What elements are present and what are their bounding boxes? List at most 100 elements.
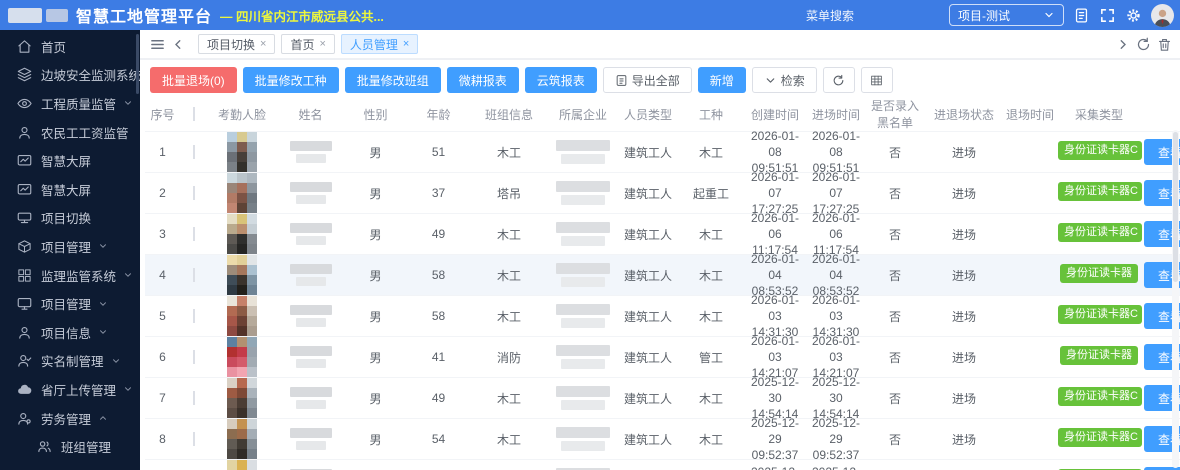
sidebar-item-label: 边坡安全监测系统	[41, 65, 140, 84]
blacklist-cell: 否	[866, 144, 924, 161]
column-header-photo: 考勤人脸	[207, 106, 277, 123]
face-photo	[227, 419, 257, 459]
chevron-down-icon	[98, 327, 108, 337]
sidebar-item-box-7[interactable]: 项目管理	[0, 232, 140, 261]
gender-cell: 男	[344, 267, 407, 284]
toolbar-button-7[interactable]: 检索	[752, 67, 817, 93]
main-area: 项目切换× 首页× 人员管理× 批量退场(0) 批量修改工种批量修改班组微耕报表云筑报…	[140, 30, 1180, 470]
table-row: 2男37塔吊建筑工人起重工2026-01-0717:27:252026-01-0…	[145, 172, 1180, 213]
face-photo	[227, 337, 257, 377]
tabs-scroll-right-icon[interactable]	[1115, 37, 1130, 52]
tab-2[interactable]: 首页×	[281, 34, 334, 54]
toolbar-button-6[interactable]: 新增	[698, 67, 746, 93]
name-redacted	[279, 182, 342, 204]
fullscreen-icon[interactable]	[1099, 7, 1116, 24]
row-checkbox[interactable]	[193, 350, 195, 364]
column-header-team: 班组信息	[470, 106, 548, 123]
toolbar-button-1[interactable]: 批量修改工种	[243, 67, 339, 93]
refresh-tabs-icon[interactable]	[1136, 37, 1151, 52]
table-header-row: 序号考勤人脸姓名性别年龄班组信息所属企业人员类型工种创建时间进场时间是否录入黑名…	[145, 97, 1180, 131]
tab-close-icon[interactable]: ×	[403, 38, 409, 50]
close-tabs-trash-icon[interactable]	[1157, 37, 1172, 52]
sidebar-item-user-3[interactable]: 农民工工资监管	[0, 118, 140, 147]
avatar[interactable]	[1151, 4, 1174, 27]
toolbar-button-3[interactable]: 微耕报表	[447, 67, 519, 93]
row-index: 1	[145, 145, 180, 159]
ptype-cell: 建筑工人	[618, 308, 678, 325]
tab-3[interactable]: 人员管理×	[341, 34, 418, 54]
sidebar-item-label: 班组管理	[61, 437, 111, 456]
tabs-scroll-left-icon[interactable]	[171, 37, 186, 52]
toolbar-button-5[interactable]: 导出全部	[603, 67, 692, 93]
ptype-cell: 建筑工人	[618, 431, 678, 448]
name-redacted	[279, 305, 342, 327]
age-cell: 49	[407, 227, 470, 241]
toolbar-grid-view-button[interactable]	[861, 67, 893, 93]
table-row: 5男58木工建筑工人木工2026-01-0314:31:302026-01-03…	[145, 295, 1180, 336]
row-checkbox[interactable]	[193, 391, 195, 405]
menu-search-link[interactable]: 菜单搜索	[806, 7, 854, 24]
row-checkbox[interactable]	[193, 432, 195, 446]
table-scrollbar[interactable]	[1172, 130, 1179, 468]
tab-1[interactable]: 项目切换×	[198, 34, 275, 54]
name-cell	[277, 223, 344, 245]
sidebar-item-home-0[interactable]: 首页	[0, 32, 140, 61]
age-cell: 54	[407, 432, 470, 446]
blacklist-cell: 否	[866, 390, 924, 407]
button-label: 批量退场(0)	[162, 72, 225, 89]
select-all-checkbox[interactable]	[193, 107, 195, 121]
project-select[interactable]: 项目-测试	[949, 4, 1064, 26]
toolbar-button-4[interactable]: 云筑报表	[525, 67, 597, 93]
gear-icon[interactable]	[1125, 7, 1142, 24]
row-checkbox[interactable]	[193, 309, 195, 323]
table-row: 3男49木工建筑工人木工2026-01-0611:17:542026-01-06…	[145, 213, 1180, 254]
toolbar-button-0[interactable]: 批量退场(0)	[150, 67, 237, 93]
sidebar-item-projector-6[interactable]: 项目切换	[0, 204, 140, 233]
sidebar-item-grid-8[interactable]: 监理监管系统	[0, 261, 140, 290]
row-checkbox[interactable]	[193, 227, 195, 241]
tab-close-icon[interactable]: ×	[319, 38, 325, 50]
row-index: 4	[145, 268, 180, 282]
app-screen: 智慧工地管理平台 — 四川省内江市威远县公共... 菜单搜索 项目-测试 首页边…	[0, 0, 1180, 470]
column-header-collect: 采集类型	[1056, 106, 1142, 123]
collect-type-cell: 身份证读卡器C	[1056, 182, 1142, 204]
sidebar-item-layers-1[interactable]: 边坡安全监测系统	[0, 61, 140, 90]
sidebar-item-label: 项目信息	[41, 323, 91, 342]
row-checkbox[interactable]	[193, 145, 195, 159]
collect-type-badge: 身份证读卡器C	[1058, 141, 1142, 160]
toolbar-refresh-button[interactable]	[823, 67, 855, 93]
sidebar-item-monitor-9[interactable]: 项目管理	[0, 289, 140, 318]
name-cell	[277, 305, 344, 327]
table-row: 1男51木工建筑工人木工2026-01-0809:51:512026-01-08…	[145, 131, 1180, 172]
row-select-cell	[180, 227, 207, 241]
document-icon[interactable]	[1073, 7, 1090, 24]
tab-close-icon[interactable]: ×	[260, 38, 266, 50]
collect-type-cell: 身份证读卡器C	[1056, 305, 1142, 327]
sidebar-scrollbar[interactable]	[136, 34, 139, 94]
sidebar-item-user-gear-13[interactable]: 劳务管理	[0, 404, 140, 433]
row-checkbox[interactable]	[193, 268, 195, 282]
column-header-ptype: 人员类型	[618, 106, 678, 123]
hamburger-icon[interactable]	[150, 37, 165, 52]
face-photo	[227, 378, 257, 418]
gender-cell: 男	[344, 144, 407, 161]
refresh-icon	[832, 74, 845, 87]
sidebar-item-cloud-12[interactable]: 省厅上传管理	[0, 375, 140, 404]
attendance-face-cell	[207, 337, 277, 377]
row-checkbox[interactable]	[193, 186, 195, 200]
sidebar-item-user-check-11[interactable]: 实名制管理	[0, 347, 140, 376]
name-redacted	[279, 428, 342, 450]
collect-type-badge: 身份证读卡器	[1060, 346, 1138, 365]
home-icon	[17, 39, 32, 54]
team-cell: 木工	[470, 308, 548, 325]
sidebar-item-trend-5[interactable]: 智慧大屏	[0, 175, 140, 204]
trade-cell: 木工	[678, 226, 744, 243]
chevron-up-icon	[98, 413, 108, 423]
sidebar-item-trend-4[interactable]: 智慧大屏	[0, 146, 140, 175]
sidebar-item-user-group-14[interactable]: 班组管理	[0, 432, 140, 461]
toolbar-button-2[interactable]: 批量修改班组	[345, 67, 441, 93]
sidebar-item-eye-2[interactable]: 工程质量监管	[0, 89, 140, 118]
blacklist-cell: 否	[866, 431, 924, 448]
sidebar-item-user-10[interactable]: 项目信息	[0, 318, 140, 347]
table-scrollbar-thumb[interactable]	[1173, 132, 1178, 282]
